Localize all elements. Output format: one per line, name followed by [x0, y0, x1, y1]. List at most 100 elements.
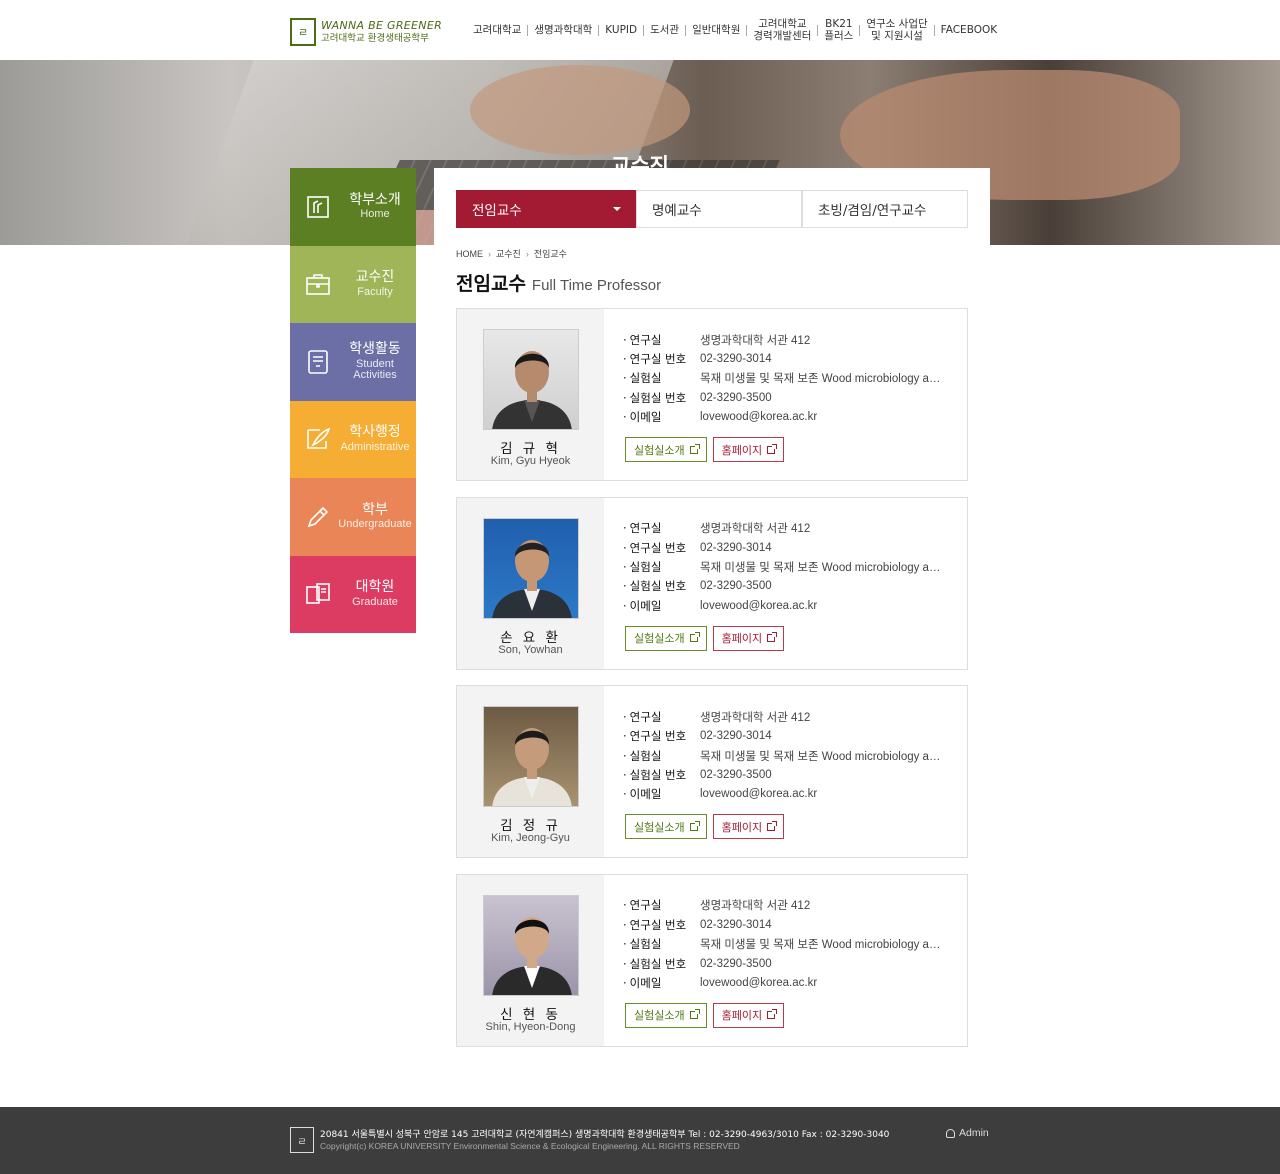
nav-link-6[interactable]: BK21 플러스 [818, 18, 859, 42]
info-value[interactable]: lovewood@korea.ac.kr [700, 600, 946, 612]
external-link-icon [689, 820, 700, 831]
site-logo[interactable]: ㄹ WANNA BE GREENER 고려대학교 환경생태공학부 [290, 16, 442, 48]
tab-emeritus[interactable]: 명예교수 [636, 190, 802, 228]
side-menu-label: 교수진 [355, 269, 395, 286]
homepage-button[interactable]: 홈페이지 [712, 625, 785, 651]
tab-visiting[interactable]: 초빙/겸임/연구교수 [802, 190, 968, 228]
book-icon [304, 348, 332, 376]
info-row: 연구실생명과학대학 서관 412 [623, 519, 953, 538]
side-menu-text: 학부소개 Home [334, 191, 416, 221]
info-row: 실험실 번호02-3290-3500 [623, 954, 953, 973]
professor-info-list: 연구실생명과학대학 서관 412연구실 번호02-3290-3014실험실목재 … [623, 707, 953, 804]
lab-intro-button[interactable]: 실험실소개 [625, 437, 707, 462]
side-menu-label: 학사행정 [349, 424, 401, 441]
admin-link[interactable]: Admin [946, 1127, 989, 1139]
lab-intro-button[interactable]: 실험실소개 [625, 1002, 707, 1028]
external-link-icon [689, 443, 700, 454]
info-label: 연구실 번호 [623, 917, 700, 933]
professor-name-en: Shin, Hyeon-Dong [485, 1020, 576, 1033]
professor-links: 실험실소개 홈페이지 [625, 1002, 790, 1028]
tab-label: 전임교수 [472, 203, 522, 219]
breadcrumb-faculty[interactable]: 교수진 [496, 247, 521, 260]
info-value: 02-3290-3500 [700, 957, 772, 970]
chevron-right-icon: › [525, 248, 529, 259]
info-row: 이메일lovewood@korea.ac.kr [623, 596, 953, 615]
side-menu-text: 학생활동 Student Activities [334, 342, 416, 382]
professor-card: 신 현 동Shin, Hyeon-Dong 연구실생명과학대학 서관 412 연구실… [456, 873, 968, 1047]
professor-profile: 김 규 혁 Kim, Gyu Hyeok [457, 309, 604, 480]
professor-card: 김 규 혁Kim, Gyu Hyeok연구실생명과학대학 서관 412연구실 번… [456, 308, 968, 481]
info-value: 목재 미생물 및 목재 보존 Wood microbiology and pre… [700, 373, 946, 386]
professor-name-ko: 김 규 혁 [500, 441, 561, 457]
info-label: 이메일 [623, 409, 700, 425]
side-menu-text: 교수진 Faculty [334, 270, 416, 298]
info-row: 연구실생명과학대학 서관 412 [623, 896, 953, 915]
homepage-button[interactable]: 홈페이지 [712, 1002, 785, 1028]
info-row: 실험실목재 미생물 및 목재 보존 Wood microbiology and … [623, 369, 953, 388]
info-value: 목재 미생물 및 목재 보존 Wood microbiology and pre… [700, 939, 946, 952]
professor-name-en: Son, Yowhan [498, 643, 563, 656]
nav-link-7[interactable]: 연구소 사업단 및 지원시설 [860, 18, 933, 42]
info-row: 연구실생명과학대학 서관 412 [623, 707, 953, 726]
side-menu-text: 학부 Undergraduate [334, 501, 416, 531]
briefcase-icon [304, 270, 332, 298]
side-menu-item-4[interactable]: 학부 Undergraduate [290, 478, 416, 556]
info-row: 연구실생명과학대학 서관 412 [623, 330, 953, 349]
professor-details: 연구실생명과학대학 서관 412연구실 번호02-3290-3014실험실목재 … [604, 309, 967, 480]
info-label: 연구실 [623, 709, 700, 725]
info-label: 이메일 [623, 598, 700, 614]
side-menu-label: 학부소개 [349, 191, 401, 208]
site-footer: ㄹ 20841 서울특별시 성북구 안암로 145 고려대학교 (자연계캠퍼스)… [0, 1107, 1280, 1174]
professor-card: 손 요 환Son, Yowhan연구실생명과학대학 서관 412연구실 번호02… [456, 496, 968, 670]
external-link-icon [767, 820, 778, 831]
breadcrumb-home[interactable]: HOME [456, 249, 483, 259]
info-label: 이메일 [623, 786, 700, 802]
lab-intro-button[interactable]: 실험실소개 [625, 814, 707, 840]
info-value[interactable]: lovewood@korea.ac.kr [700, 411, 946, 423]
info-value[interactable]: lovewood@korea.ac.kr [700, 977, 946, 989]
nav-link-4[interactable]: 일반대학원 [686, 24, 746, 36]
tab-label: 명예교수 [652, 203, 702, 219]
nav-link-3[interactable]: 도서관 [644, 24, 685, 36]
lab-intro-label: 실험실소개 [634, 443, 685, 457]
homepage-label: 홈페이지 [721, 443, 763, 457]
nav-link-0[interactable]: 고려대학교 [467, 24, 527, 36]
nav-link-1[interactable]: 생명과학대학 [528, 24, 598, 36]
info-value: 02-3290-3500 [700, 391, 772, 404]
side-menu-item-3[interactable]: 학사행정 Administrative [290, 400, 416, 478]
nav-link-8[interactable]: FACEBOOK [935, 24, 1003, 36]
info-value: 생명과학대학 서관 412 [700, 523, 811, 536]
side-menu-item-2[interactable]: 학생활동 Student Activities [290, 323, 416, 401]
homepage-button[interactable]: 홈페이지 [712, 437, 785, 462]
homepage-button[interactable]: 홈페이지 [712, 814, 785, 840]
info-row: 실험실목재 미생물 및 목재 보존 Wood microbiology and … [623, 746, 953, 765]
info-value[interactable]: lovewood@korea.ac.kr [700, 788, 946, 800]
professor-photo [483, 894, 579, 996]
professor-links: 실험실소개 홈페이지 [625, 437, 790, 462]
logo-department: 고려대학교 환경생태공학부 [321, 33, 429, 45]
professor-photo [483, 329, 579, 430]
professor-links: 실험실소개 홈페이지 [625, 625, 790, 651]
info-value: 생명과학대학 서관 412 [700, 334, 811, 347]
nav-link-2[interactable]: KUPID [599, 24, 643, 36]
info-label: 이메일 [623, 975, 700, 991]
tab-fulltime[interactable]: 전임교수 [456, 190, 636, 228]
info-label: 실험실 번호 [623, 390, 700, 406]
professor-info-list: 연구실생명과학대학 서관 412연구실 번호02-3290-3014실험실목재 … [623, 896, 953, 993]
page-title: 전임교수 Full Time Professor [456, 269, 661, 296]
professor-profile: 신 현 동 Shin, Hyeon-Dong [457, 874, 604, 1046]
nav-link-5[interactable]: 고려대학교 경력개발센터 [747, 18, 817, 42]
side-menu-item-5[interactable]: 대학원 Graduate [290, 555, 416, 633]
professor-name-en: Kim, Jeong-Gyu [491, 832, 570, 845]
lab-intro-button[interactable]: 실험실소개 [625, 625, 707, 651]
side-menu-item-1[interactable]: 교수진 Faculty [290, 245, 416, 323]
side-menu-text: 학사행정 Administrative [334, 425, 416, 453]
info-label: 실험실 [623, 559, 700, 575]
lab-intro-label: 실험실소개 [634, 820, 685, 834]
tab-label: 초빙/겸임/연구교수 [818, 203, 927, 219]
side-menu-label: 학생활동 [349, 340, 401, 357]
professor-links: 실험실소개 홈페이지 [625, 814, 790, 840]
info-value: 02-3290-3500 [700, 580, 772, 593]
side-menu-label: 학부 [362, 501, 388, 518]
side-menu-item-0[interactable]: 학부소개 Home [290, 168, 416, 246]
